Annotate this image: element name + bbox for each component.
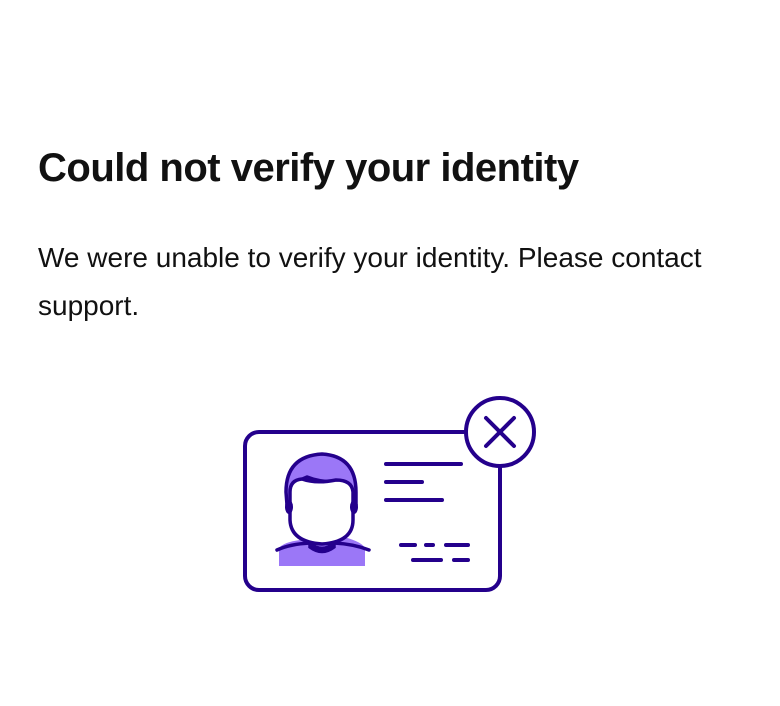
id-card-icon <box>243 430 502 592</box>
error-message: We were unable to verify your identity. … <box>38 242 702 321</box>
page-title: Could not verify your identity <box>38 146 579 190</box>
id-card-illustration <box>240 392 540 597</box>
close-icon <box>464 396 536 468</box>
verification-failed-page: Could not verify your identity We were u… <box>0 0 780 706</box>
